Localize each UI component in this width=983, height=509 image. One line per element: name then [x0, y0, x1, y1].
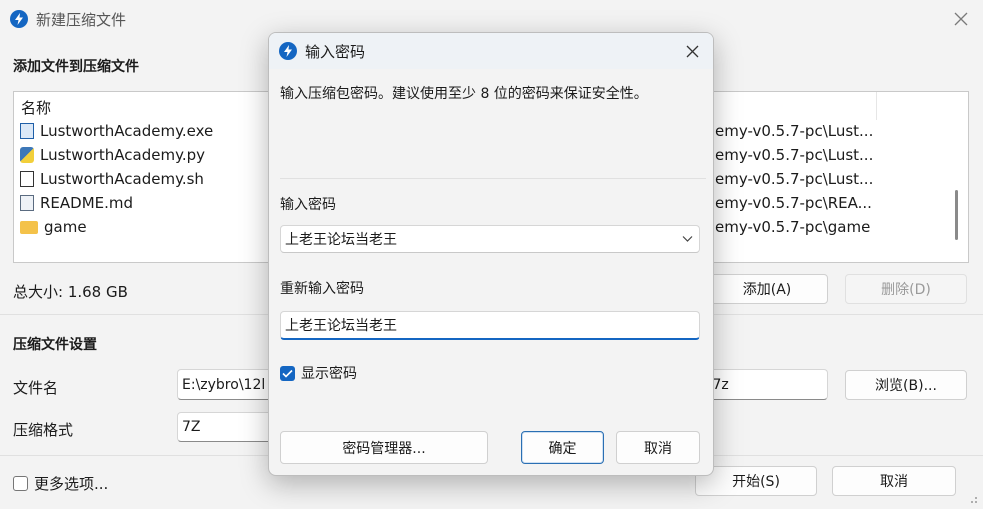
folder-icon [20, 220, 38, 234]
close-icon [954, 12, 968, 26]
file-path: emy-v0.5.7-pc\Lust... [715, 122, 874, 140]
confirm-password-label: 重新输入密码 [280, 281, 364, 297]
file-path: emy-v0.5.7-pc\Lust... [715, 170, 874, 188]
add-button[interactable]: 添加(A) [706, 274, 828, 304]
file-path: emy-v0.5.7-pc\Lust... [715, 146, 874, 164]
confirm-password-input[interactable]: 上老王论坛当老王 [280, 311, 700, 340]
password-value: 上老王论坛当老王 [285, 232, 397, 248]
app-logo-icon [279, 42, 297, 60]
format-label: 压缩格式 [13, 421, 74, 439]
close-icon [686, 45, 698, 57]
show-password-toggle[interactable]: 显示密码 [280, 363, 357, 383]
checkmark-icon [282, 369, 293, 378]
delete-button[interactable]: 删除(D) [845, 274, 967, 304]
filename-value: E:\zybro\12l [182, 376, 266, 393]
settings-section-heading: 压缩文件设置 [13, 337, 97, 353]
format-value: 7Z [182, 419, 201, 435]
file-name: LustworthAcademy.sh [40, 170, 204, 188]
password-dialog: 输入密码 输入压缩包密码。建议使用至少 8 位的密码来保证安全性。 输入密码 上… [268, 32, 714, 476]
filename-label: 文件名 [13, 379, 59, 397]
password-combobox[interactable]: 上老王论坛当老王 [280, 225, 700, 253]
password-manager-button[interactable]: 密码管理器... [280, 431, 488, 464]
column-header-name[interactable]: 名称 [21, 97, 51, 118]
show-password-checkbox[interactable] [280, 365, 295, 381]
list-item[interactable]: game [20, 216, 87, 238]
password-label: 输入密码 [280, 197, 336, 213]
chevron-down-icon[interactable] [682, 235, 693, 243]
python-file-icon [20, 147, 34, 163]
file-name: README.md [40, 194, 134, 212]
list-item[interactable]: LustworthAcademy.exe [20, 120, 213, 142]
app-logo-icon [10, 10, 28, 28]
total-size: 总大小: 1.68 GB [13, 283, 128, 301]
file-path: emy-v0.5.7-pc\REA... [715, 194, 872, 212]
files-section-heading: 添加文件到压缩文件 [13, 59, 139, 75]
dialog-close-button[interactable] [681, 40, 703, 62]
file-name: LustworthAcademy.py [40, 146, 205, 164]
file-name: game [44, 218, 87, 236]
dialog-cancel-button[interactable]: 取消 [616, 431, 700, 464]
list-item[interactable]: LustworthAcademy.sh [20, 168, 204, 190]
dialog-title-bar: 输入密码 [269, 33, 713, 69]
list-item[interactable]: README.md [20, 192, 133, 214]
browse-button[interactable]: 浏览(B)... [845, 370, 967, 400]
more-options-label: 更多选项... [34, 475, 109, 493]
shell-file-icon [20, 171, 34, 187]
cancel-button[interactable]: 取消 [832, 466, 956, 496]
window-close-button[interactable] [950, 8, 972, 30]
list-item[interactable]: LustworthAcademy.py [20, 144, 205, 166]
format-select[interactable]: 7Z [177, 412, 277, 442]
file-name: LustworthAcademy.exe [40, 122, 214, 140]
list-scrollbar[interactable] [955, 190, 958, 240]
resize-grip-icon[interactable] [966, 492, 978, 504]
exe-file-icon [20, 123, 34, 139]
dialog-title: 输入密码 [305, 43, 366, 61]
show-password-label: 显示密码 [301, 366, 357, 382]
ok-button[interactable]: 确定 [521, 431, 604, 464]
divider [280, 178, 706, 179]
more-options-toggle[interactable]: 更多选项... [13, 473, 108, 494]
file-path: emy-v0.5.7-pc\game [715, 218, 871, 236]
dialog-hint: 输入压缩包密码。建议使用至少 8 位的密码来保证安全性。 [280, 86, 648, 102]
markdown-file-icon [20, 195, 34, 211]
more-options-checkbox[interactable] [13, 476, 28, 491]
window-title: 新建压缩文件 [36, 11, 127, 29]
confirm-password-value: 上老王论坛当老王 [285, 318, 397, 334]
column-divider [876, 92, 877, 120]
